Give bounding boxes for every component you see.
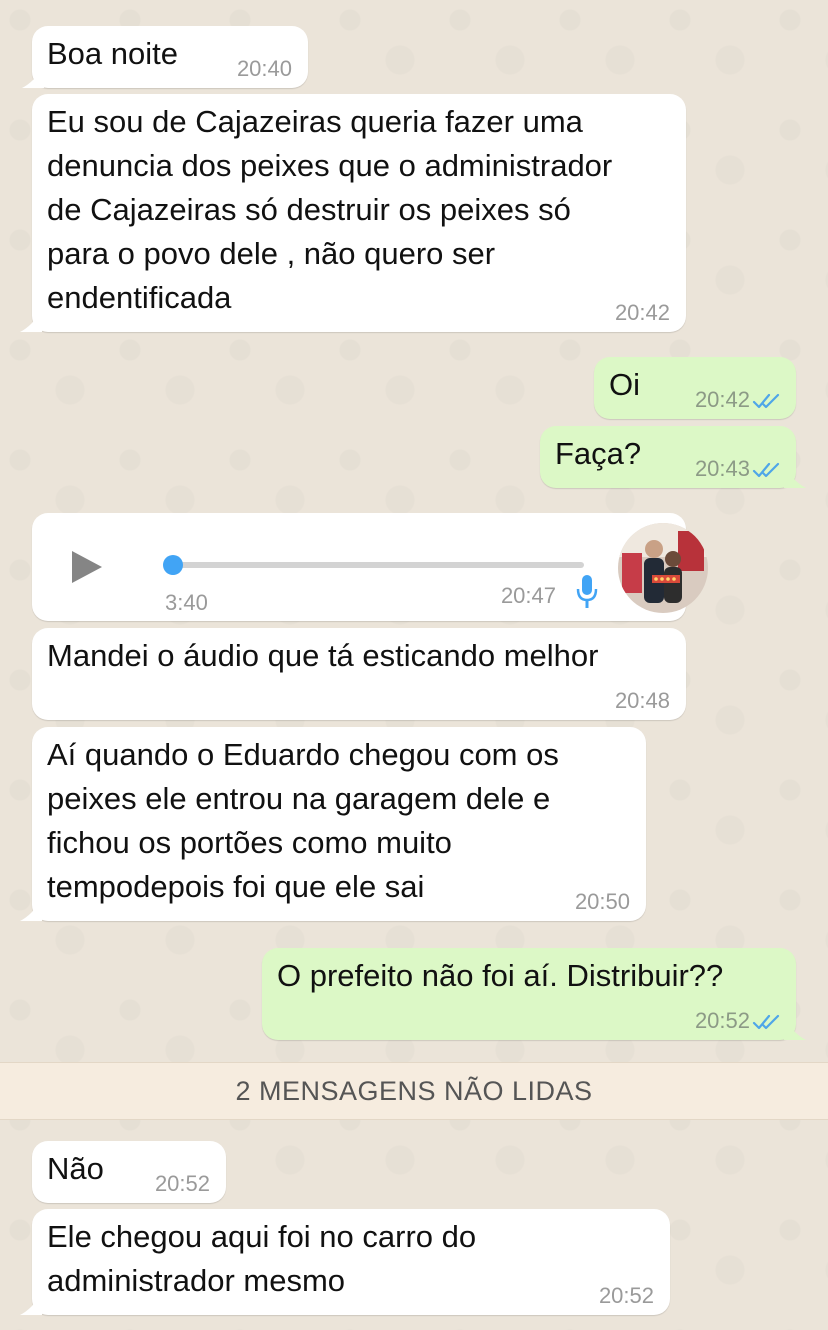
message-time: 20:50 <box>574 889 630 914</box>
bubble-tail <box>20 899 42 921</box>
audio-progress-track[interactable] <box>172 562 584 568</box>
message-text: Eu sou de Cajazeiras queria fazer uma de… <box>47 104 613 315</box>
bubble-tail <box>20 1293 42 1315</box>
microphone-icon <box>576 575 598 608</box>
message-bubble-incoming[interactable]: Boa noite 20:40 <box>22 26 308 88</box>
message-bubble-outgoing[interactable]: Oi 20:42 <box>594 357 796 419</box>
message-bubble-outgoing[interactable]: O prefeito não foi aí. Distribuir?? 20:5… <box>262 948 806 1040</box>
message-time: 20:52 <box>694 1008 750 1033</box>
message-bubble-incoming[interactable]: Ele chegou aqui foi no carro do administ… <box>20 1209 670 1315</box>
avatar[interactable] <box>618 523 708 613</box>
message-time: 20:42 <box>614 300 670 325</box>
message-time: 20:52 <box>598 1283 654 1308</box>
message-time: 20:52 <box>154 1171 210 1196</box>
message-text: Mandei o áudio que tá esticando melhor <box>47 638 599 673</box>
unread-messages-banner: 2 MENSAGENS NÃO LIDAS <box>0 1062 828 1120</box>
message-text: Oi <box>609 367 640 402</box>
message-bubble-outgoing[interactable]: Faça? 20:43 <box>540 426 806 488</box>
message-time: 20:43 <box>694 456 750 481</box>
bubble-tail <box>20 310 42 332</box>
message-text: Boa noite <box>47 36 178 71</box>
audio-duration: 3:40 <box>165 590 208 615</box>
bubble-tail <box>784 1018 806 1040</box>
message-time: 20:47 <box>500 583 556 608</box>
bubble-tail <box>22 66 44 88</box>
message-bubble-incoming[interactable]: Mandei o áudio que tá esticando melhor 2… <box>32 628 686 720</box>
message-text: Aí quando o Eduardo chegou com os peixes… <box>47 737 559 904</box>
voice-message-bubble[interactable]: 3:40 20:47 <box>32 513 708 621</box>
play-icon[interactable] <box>70 549 104 585</box>
message-bubble-incoming[interactable]: Não 20:52 <box>32 1141 226 1203</box>
message-bubble-incoming[interactable]: Aí quando o Eduardo chegou com os peixes… <box>20 727 646 921</box>
read-ticks-icon <box>752 1014 780 1030</box>
message-text: Não <box>47 1151 104 1186</box>
message-text: Ele chegou aqui foi no carro do administ… <box>47 1219 477 1298</box>
message-text: Faça? <box>555 436 642 471</box>
read-ticks-icon <box>752 393 780 409</box>
bubble-tail <box>784 466 806 488</box>
message-time: 20:48 <box>614 688 670 713</box>
message-bubble-incoming[interactable]: Eu sou de Cajazeiras queria fazer uma de… <box>20 94 686 332</box>
read-ticks-icon <box>752 462 780 478</box>
audio-progress-knob[interactable] <box>163 555 183 575</box>
message-time: 20:42 <box>694 387 750 412</box>
message-time: 20:40 <box>236 56 292 81</box>
message-text: O prefeito não foi aí. Distribuir?? <box>277 958 724 993</box>
